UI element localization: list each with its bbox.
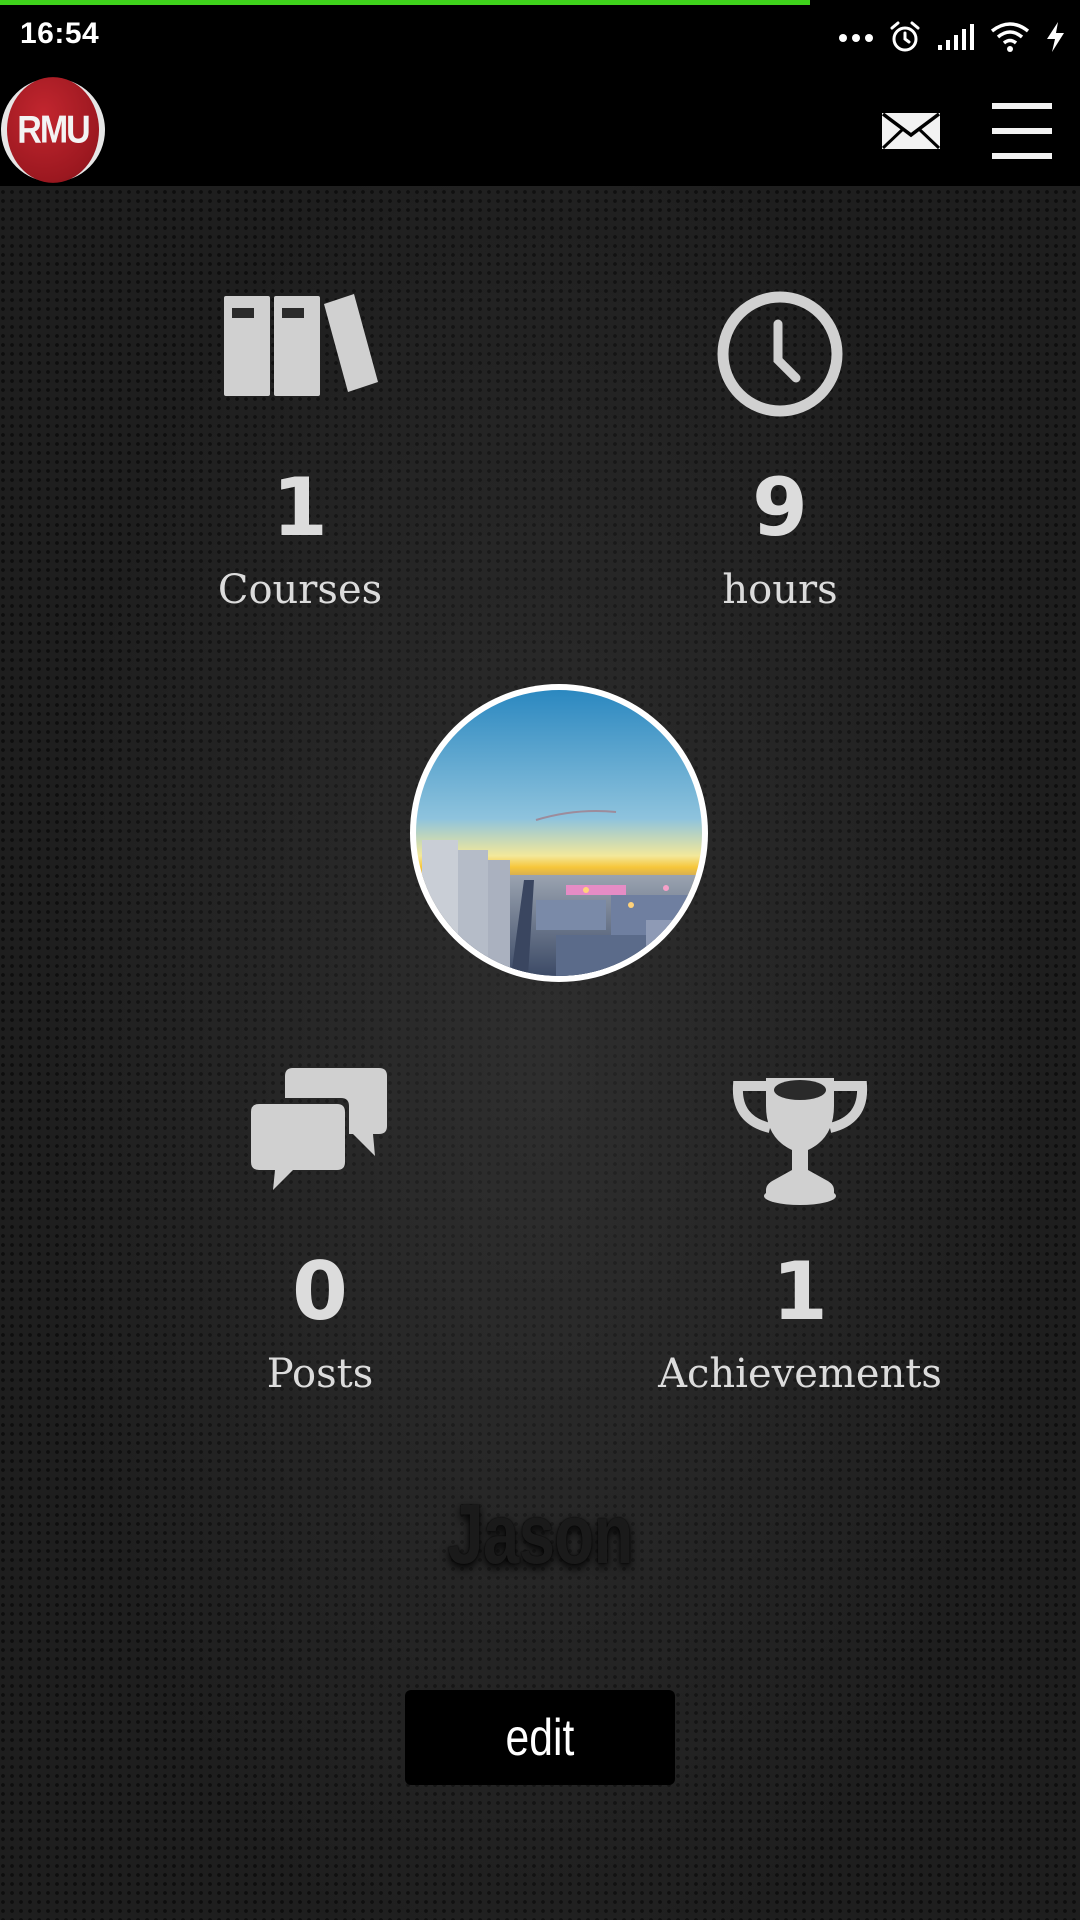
profile-name: Jason xyxy=(447,1487,633,1581)
profile-avatar[interactable] xyxy=(410,684,708,982)
alarm-icon xyxy=(890,21,920,52)
avatar-photo xyxy=(416,690,702,976)
trophy-icon xyxy=(732,1078,868,1205)
hours-label: hours xyxy=(722,567,838,613)
stat-hours[interactable]: 9 hours xyxy=(590,280,970,630)
status-time: 16:54 xyxy=(20,17,100,50)
menu-line xyxy=(992,103,1052,109)
more-dots-icon xyxy=(839,34,873,42)
status-icons xyxy=(838,19,1066,55)
stat-achievements[interactable]: 1 Achievements xyxy=(610,1060,990,1410)
app-logo[interactable]: RMU xyxy=(1,77,105,183)
logo-text: RMU xyxy=(7,77,99,183)
menu-line xyxy=(992,153,1052,159)
stat-posts[interactable]: 0 Posts xyxy=(130,1060,510,1410)
chat-bubbles-icon xyxy=(251,1068,387,1190)
menu-line xyxy=(992,128,1052,134)
posts-count: 0 xyxy=(292,1245,348,1338)
hours-count: 9 xyxy=(752,461,808,554)
clock-icon xyxy=(717,291,843,417)
edit-profile-button[interactable]: edit xyxy=(405,1690,675,1785)
stat-courses[interactable]: 1 Courses xyxy=(110,280,490,630)
wifi-icon xyxy=(990,22,1030,52)
status-bar: 16:54 xyxy=(0,5,1080,71)
books-icon xyxy=(224,294,378,396)
courses-label: Courses xyxy=(217,567,383,613)
hamburger-menu-icon[interactable] xyxy=(990,101,1054,161)
edit-button-label: edit xyxy=(505,1708,575,1767)
messages-button[interactable] xyxy=(880,111,942,151)
posts-label: Posts xyxy=(266,1351,374,1397)
mail-icon xyxy=(881,112,941,150)
courses-count: 1 xyxy=(272,461,328,554)
signal-icon xyxy=(938,24,974,50)
achievements-count: 1 xyxy=(772,1245,828,1338)
achievements-label: Achievements xyxy=(658,1351,942,1397)
app-header: RMU xyxy=(0,71,1080,186)
charging-icon xyxy=(1047,22,1064,52)
